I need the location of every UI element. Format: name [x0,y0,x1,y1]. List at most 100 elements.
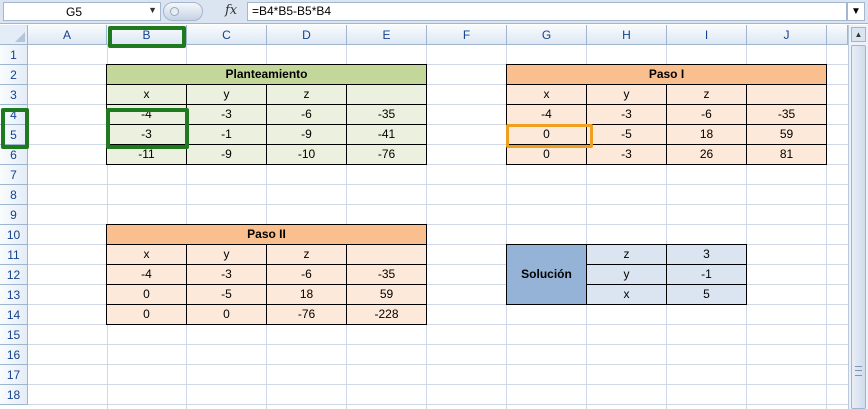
name-box-value: G5 [65,5,82,19]
name-box[interactable]: G5 ▼ [3,2,161,21]
planteamiento-header-cell[interactable] [346,84,427,105]
paso1-title: Paso I [506,64,827,85]
planteamiento-title: Planteamiento [106,64,427,85]
paso1-cell[interactable]: -3 [586,104,667,125]
paso1-header-cell[interactable]: x [506,84,587,105]
row-header-7[interactable]: 7 [0,165,28,185]
paso2-cell[interactable]: -6 [266,264,347,285]
planteamiento-header-cell[interactable]: y [186,84,267,105]
paso1-cell[interactable]: -3 [586,144,667,165]
scroll-up-button[interactable]: ▲ [851,27,866,42]
solucion-variable-cell[interactable]: y [586,264,667,285]
planteamiento-cell[interactable]: -41 [346,124,427,145]
paso2-header-cell[interactable]: z [266,244,347,265]
highlight-rows-4-5-headers [1,108,29,149]
row-header-14[interactable]: 14 [0,305,28,325]
paso2-cell[interactable]: 0 [186,304,267,325]
paso2-cell[interactable]: 0 [106,304,187,325]
highlight-cell-g5 [506,124,593,148]
select-all-button[interactable] [0,25,28,45]
paso1-cell[interactable]: 18 [666,124,747,145]
spreadsheet-grid[interactable]: A B C D E F G H I J 1 2 3 4 5 6 7 8 9 10 11 12 13 14 15 16 17 18 Pla… [0,25,848,409]
grip-icon [855,366,862,376]
column-header-a[interactable]: A [28,25,107,45]
paso2-cell[interactable]: 18 [266,284,347,305]
column-header-i[interactable]: I [667,25,747,45]
paso2-cell[interactable]: 0 [106,284,187,305]
planteamiento-header-cell[interactable]: x [106,84,187,105]
column-header-f[interactable]: F [427,25,507,45]
paso1-cell[interactable]: 26 [666,144,747,165]
column-header-c[interactable]: C [187,25,267,45]
column-header-g[interactable]: G [507,25,587,45]
paso2-cell[interactable]: -35 [346,264,427,285]
planteamiento-cell[interactable]: -35 [346,104,427,125]
row-header-1[interactable]: 1 [0,45,28,65]
row-header-9[interactable]: 9 [0,205,28,225]
planteamiento-cell[interactable]: -6 [266,104,347,125]
row-header-17[interactable]: 17 [0,365,28,385]
expand-formula-bar-button[interactable]: ▼ [847,2,865,21]
row-header-15[interactable]: 15 [0,325,28,345]
arrow-up-icon: ▲ [854,30,863,39]
column-header-k[interactable] [827,25,848,45]
row-header-2[interactable]: 2 [0,65,28,85]
paso1-cell[interactable]: -6 [666,104,747,125]
planteamiento-cell[interactable]: -9 [186,144,267,165]
gridline-horizontal [28,404,848,405]
column-header-j[interactable]: J [747,25,827,45]
row-header-10[interactable]: 10 [0,225,28,245]
planteamiento-header-cell[interactable]: z [266,84,347,105]
formula-bar: G5 ▼ fx =B4*B5-B5*B4 ▼ [0,0,868,24]
chevron-down-icon[interactable]: ▼ [148,5,157,15]
paso2-cell[interactable]: -228 [346,304,427,325]
paso2-header-cell[interactable]: y [186,244,267,265]
formula-input[interactable]: =B4*B5-B5*B4 [247,2,847,21]
solucion-value-cell[interactable]: -1 [666,264,747,285]
insert-function-icon[interactable]: fx [225,3,237,18]
vertical-scrollbar[interactable]: ▲ [848,25,868,409]
select-all-icon [15,32,25,42]
solucion-variable-cell[interactable]: x [586,284,667,305]
planteamiento-cell[interactable]: -1 [186,124,267,145]
row-header-12[interactable]: 12 [0,265,28,285]
row-header-11[interactable]: 11 [0,245,28,265]
planteamiento-cell[interactable]: -76 [346,144,427,165]
paso1-cell[interactable]: 59 [746,124,827,145]
paso2-cell[interactable]: 59 [346,284,427,305]
paso1-cell[interactable]: -35 [746,104,827,125]
paso2-header-cell[interactable] [346,244,427,265]
paso1-cell[interactable]: -4 [506,104,587,125]
highlight-cells-b4-b5 [106,108,189,149]
paso2-cell[interactable]: -3 [186,264,267,285]
paso2-cell[interactable]: -5 [186,284,267,305]
paso1-cell[interactable]: -5 [586,124,667,145]
paso1-header-cell[interactable] [746,84,827,105]
planteamiento-cell[interactable]: -3 [186,104,267,125]
paso1-cell[interactable]: 81 [746,144,827,165]
formula-bar-resize-handle[interactable] [163,2,203,21]
column-header-h[interactable]: H [587,25,667,45]
gridline-horizontal [28,184,848,185]
planteamiento-cell[interactable]: -9 [266,124,347,145]
planteamiento-cell[interactable]: -10 [266,144,347,165]
paso2-cell[interactable]: -76 [266,304,347,325]
column-header-d[interactable]: D [267,25,347,45]
handle-dot-icon [170,7,179,16]
paso1-header-cell[interactable]: y [586,84,667,105]
row-header-18[interactable]: 18 [0,385,28,405]
paso2-title: Paso II [106,224,427,245]
formula-controls: fx [163,2,245,21]
solucion-value-cell[interactable]: 5 [666,284,747,305]
column-header-e[interactable]: E [347,25,427,45]
scroll-thumb[interactable] [851,45,866,409]
row-header-3[interactable]: 3 [0,85,28,105]
row-header-16[interactable]: 16 [0,345,28,365]
paso1-header-cell[interactable]: z [666,84,747,105]
solucion-value-cell[interactable]: 3 [666,244,747,265]
paso2-header-cell[interactable]: x [106,244,187,265]
paso2-cell[interactable]: -4 [106,264,187,285]
solucion-variable-cell[interactable]: z [586,244,667,265]
row-header-13[interactable]: 13 [0,285,28,305]
row-header-8[interactable]: 8 [0,185,28,205]
